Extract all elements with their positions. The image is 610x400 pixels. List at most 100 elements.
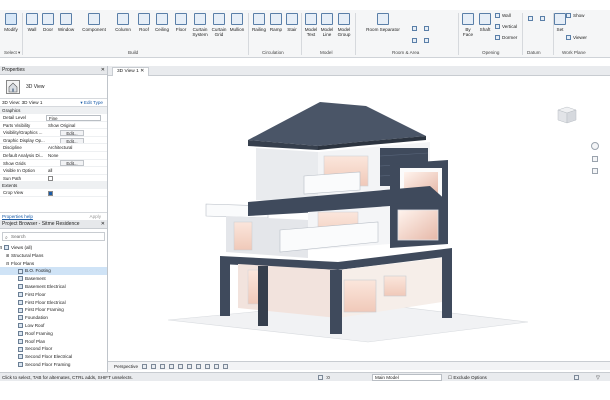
model-text-button[interactable]: Model Text: [303, 13, 319, 45]
properties-help-link[interactable]: Properties help: [2, 214, 33, 219]
steering-wheel-icon[interactable]: [591, 142, 599, 150]
browser-tree-item[interactable]: Foundation: [0, 314, 107, 322]
filter-icon[interactable]: ▽: [596, 374, 600, 383]
detail-level-icon[interactable]: [142, 364, 147, 369]
wall-opening-button[interactable]: Wall: [495, 13, 511, 18]
room-tool-1[interactable]: [412, 26, 417, 31]
property-row: Discipline Architectural: [0, 144, 107, 152]
datum-level-button[interactable]: [528, 16, 533, 21]
collapse-icon[interactable]: ⊟: [6, 260, 9, 268]
curtain-grid-button[interactable]: Curtain Grid: [210, 13, 228, 45]
floor-button[interactable]: Floor: [173, 13, 189, 45]
rendering-icon[interactable]: [178, 364, 183, 369]
column-button[interactable]: Column: [113, 13, 133, 45]
browser-tree-item[interactable]: Second Floor Framing: [0, 361, 107, 369]
model-group-button[interactable]: Model Group: [335, 13, 353, 45]
ramp-button[interactable]: Ramp: [268, 13, 284, 45]
edit-button[interactable]: Edit...: [60, 129, 84, 136]
door-button[interactable]: Door: [41, 13, 55, 45]
railing-button[interactable]: Railing: [250, 13, 268, 45]
model-line-button[interactable]: Model Line: [319, 13, 335, 45]
room-tool-4[interactable]: [424, 38, 429, 43]
collapse-icon[interactable]: ⊟: [0, 244, 2, 252]
show-button[interactable]: Show: [566, 13, 585, 18]
view-icon: [18, 354, 23, 360]
stair-button[interactable]: Stair: [284, 13, 300, 45]
selection-filter-icon[interactable]: [574, 375, 579, 380]
browser-tree-item[interactable]: Roof Plan: [0, 338, 107, 346]
instance-selector[interactable]: 3D View: 3D View 1 ▾ Edit Type: [0, 99, 107, 107]
browser-tree-item[interactable]: First Floor Electrical: [0, 299, 107, 307]
type-selector[interactable]: 3D View: [0, 75, 107, 99]
view-scale[interactable]: Perspective: [114, 362, 138, 371]
workset-icon[interactable]: [318, 375, 323, 380]
ribbon-separator: [355, 13, 356, 55]
set-button[interactable]: Set: [553, 13, 567, 45]
browser-tree-item[interactable]: Second Floor Electrical: [0, 353, 107, 361]
viewer-button[interactable]: Viewer: [566, 35, 587, 40]
roof-button[interactable]: Roof: [137, 13, 151, 45]
modify-button[interactable]: Modify: [2, 13, 20, 45]
dormer-button[interactable]: Dormer: [495, 35, 517, 40]
shaft-button[interactable]: Shaft: [478, 13, 492, 45]
zoom-icon[interactable]: [592, 156, 598, 162]
visual-style-icon[interactable]: [151, 364, 156, 369]
room-tool-3[interactable]: [412, 38, 417, 43]
browser-tree-item[interactable]: First Floor Framing: [0, 306, 107, 314]
group-select[interactable]: Select ▾: [4, 50, 20, 56]
exclude-options-checkbox[interactable]: ☐ Exclude Options: [448, 373, 487, 382]
pan-icon[interactable]: [592, 168, 598, 174]
room-tool-2[interactable]: [424, 26, 429, 31]
edit-button[interactable]: Edit...: [60, 137, 84, 144]
room-separator-button[interactable]: Room Separator: [365, 13, 401, 45]
temporary-hide-icon[interactable]: [214, 364, 219, 369]
crop-view-checkbox[interactable]: [48, 190, 53, 196]
browser-tree-item[interactable]: B.O. Footing: [0, 267, 107, 276]
view-tabs: 3D View 1 ✕: [108, 66, 610, 76]
browser-tree-item[interactable]: ⊞ Structural Plans: [0, 252, 107, 260]
browser-tree-item[interactable]: Basement Electrical: [0, 283, 107, 291]
reveal-hidden-icon[interactable]: [223, 364, 228, 369]
browser-tree-item[interactable]: Second Floor: [0, 345, 107, 353]
tab-3d-view-1[interactable]: 3D View 1 ✕: [112, 67, 150, 76]
show-crop-icon[interactable]: [196, 364, 201, 369]
category-graphics[interactable]: Graphics: [0, 107, 107, 114]
category-extents[interactable]: Extents: [0, 182, 107, 190]
mullion-icon: [231, 13, 243, 25]
property-value-input[interactable]: Fine: [46, 114, 101, 121]
browser-tree-item[interactable]: First Floor: [0, 291, 107, 299]
component-button[interactable]: Component: [80, 13, 108, 45]
sun-path-icon[interactable]: [160, 364, 165, 369]
expand-icon[interactable]: ⊞: [6, 252, 9, 260]
browser-tree-item[interactable]: ⊟ Floor Plans: [0, 260, 107, 268]
vertical-opening-button[interactable]: Vertical: [495, 24, 517, 29]
edit-button[interactable]: Edit...: [60, 160, 84, 167]
view-icon: [18, 315, 23, 321]
view-cube-icon[interactable]: [554, 104, 580, 126]
shadows-icon[interactable]: [169, 364, 174, 369]
ceiling-button[interactable]: Ceiling: [153, 13, 171, 45]
browser-tree-item[interactable]: Low Roof: [0, 322, 107, 330]
edit-type-button[interactable]: ▾ Edit Type: [80, 99, 103, 107]
close-tab-icon[interactable]: ✕: [140, 69, 144, 74]
browser-tree-label: Basement Electrical: [25, 283, 66, 289]
window-button[interactable]: Window: [56, 13, 76, 45]
3d-viewport[interactable]: [108, 76, 610, 360]
by-face-button[interactable]: By Face: [460, 13, 476, 45]
datum-grid-button[interactable]: [540, 16, 545, 21]
design-option-select[interactable]: Main Model: [372, 374, 442, 381]
lock-view-icon[interactable]: [205, 364, 210, 369]
properties-header: Properties ✕: [0, 66, 107, 75]
crop-region-icon[interactable]: [187, 364, 192, 369]
browser-tree-item[interactable]: Basement: [0, 275, 107, 283]
mullion-button[interactable]: Mullion: [228, 13, 246, 45]
view-icon: [18, 292, 23, 298]
property-checkbox[interactable]: [48, 176, 53, 182]
browser-search-input[interactable]: ⌕ Search: [2, 232, 105, 241]
close-icon[interactable]: ✕: [101, 66, 105, 75]
wall-button[interactable]: Wall: [25, 13, 39, 45]
browser-tree-item[interactable]: ⊟ Views (all): [0, 244, 107, 252]
curtain-system-button[interactable]: Curtain System: [190, 13, 210, 45]
close-icon[interactable]: ✕: [101, 220, 105, 229]
browser-tree-item[interactable]: Roof Framing: [0, 330, 107, 338]
